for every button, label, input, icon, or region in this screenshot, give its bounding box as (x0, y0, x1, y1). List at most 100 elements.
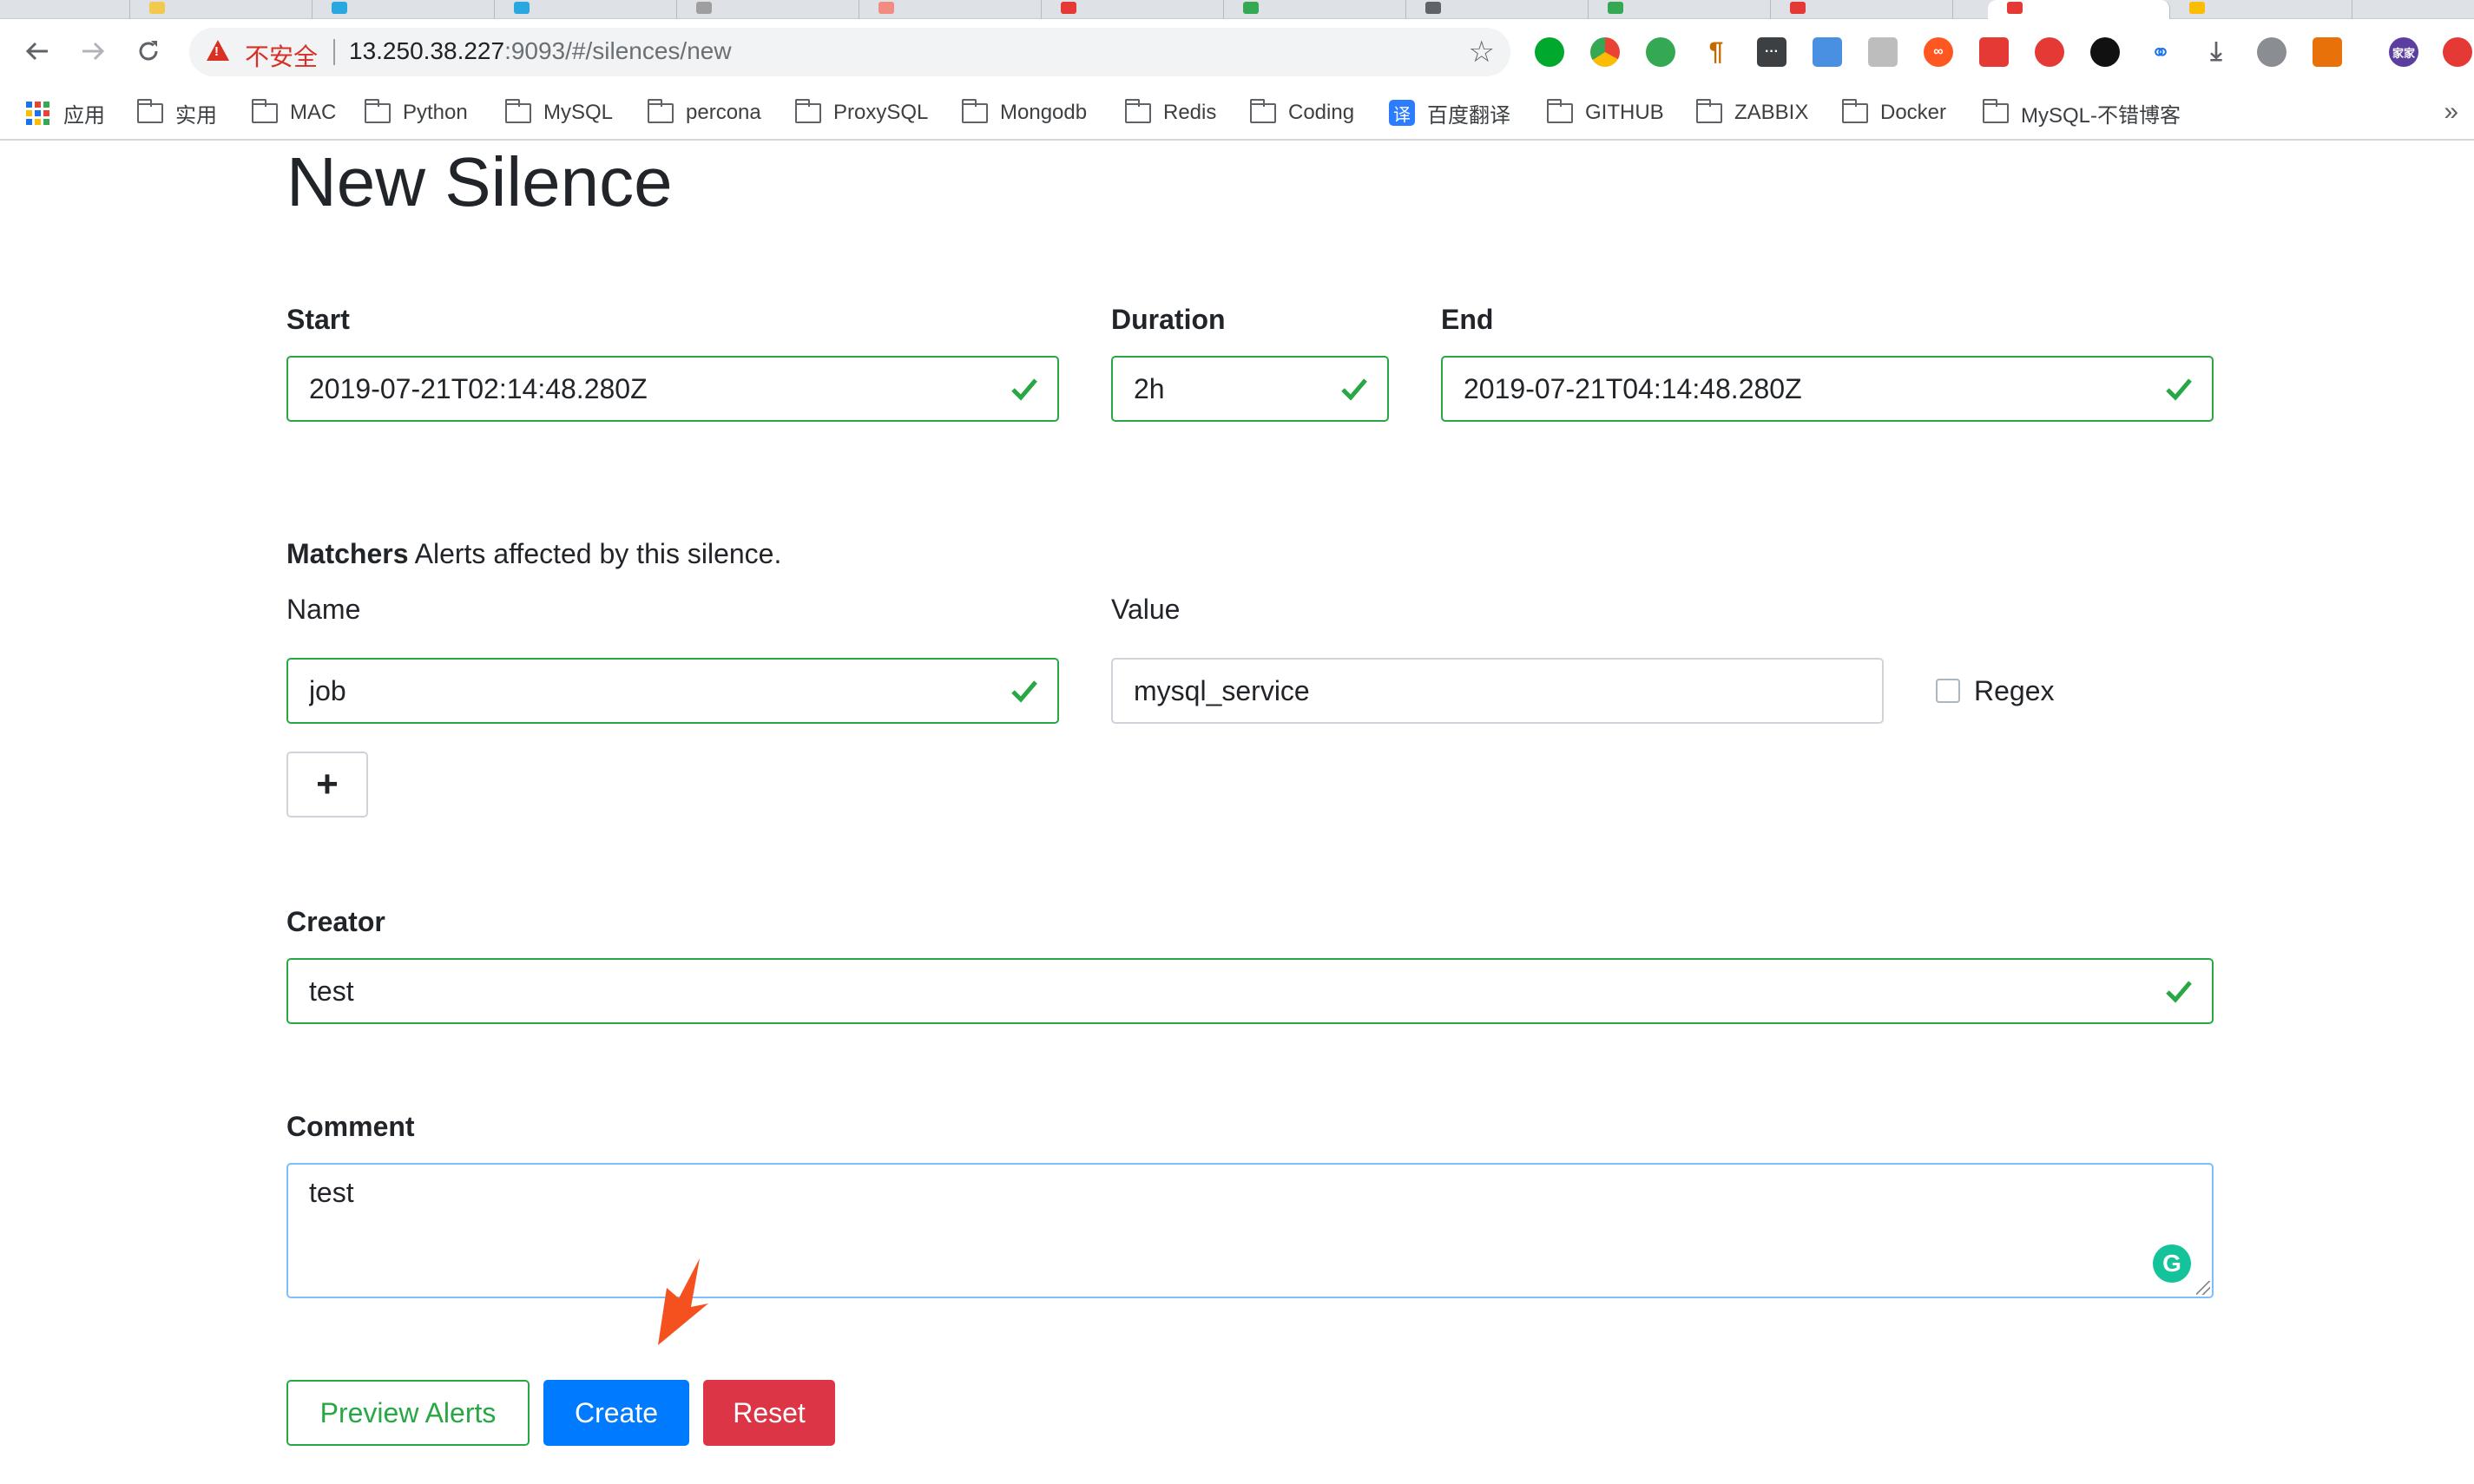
bookmark-label: MAC (290, 101, 337, 124)
browser-tab[interactable] (495, 0, 677, 19)
tab-strip (0, 0, 2474, 19)
folder-icon (1124, 98, 1151, 123)
regex-checkbox[interactable] (1936, 679, 1960, 703)
office-extension-icon[interactable] (2313, 37, 2342, 67)
browser-tab[interactable] (1406, 0, 1589, 19)
bookmark-folder[interactable]: Redis (1124, 97, 1217, 128)
bookmark-folder[interactable]: Coding (1249, 97, 1355, 128)
bookmarks-overflow-button[interactable]: » (2444, 97, 2458, 127)
browser-tab[interactable] (859, 0, 1042, 19)
folder-icon (504, 98, 531, 123)
infinity-extension-icon[interactable]: ∞ (1924, 37, 1953, 67)
matcher-name-label: Name (286, 594, 361, 625)
translate-icon: 译 (1389, 100, 1415, 126)
bookmark-folder[interactable]: ZABBIX (1695, 97, 1809, 128)
comment-textarea[interactable]: test (286, 1163, 2214, 1298)
download-icon[interactable]: ⤓ (2201, 37, 2231, 67)
profile-avatar[interactable]: 家家 (2389, 37, 2418, 67)
bookmark-folder[interactable]: percona (647, 97, 761, 128)
grammarly-icon[interactable]: G (2153, 1244, 2191, 1283)
bookmark-label: 应用 (63, 103, 105, 128)
preview-alerts-button[interactable]: Preview Alerts (286, 1380, 530, 1446)
layout-extension-icon[interactable] (1813, 37, 1842, 67)
bookmark-folder[interactable]: Python (364, 97, 468, 128)
download-manager-icon[interactable] (2257, 37, 2286, 67)
du-extension-icon[interactable] (2035, 37, 2064, 67)
browser-tab[interactable] (2170, 0, 2352, 19)
reload-icon (139, 41, 158, 61)
paragraph-icon[interactable]: ¶ (1701, 37, 1731, 67)
folder-icon (647, 98, 674, 123)
bookmark-folder[interactable]: Mongodb (961, 97, 1088, 128)
update-icon[interactable] (2443, 37, 2472, 67)
check-icon (2163, 373, 2194, 404)
bookmarks-bar: 应用 实用 MAC Python MySQL percona ProxySQL … (0, 85, 2474, 141)
bookmark-label: percona (686, 101, 761, 124)
browser-tab[interactable] (1589, 0, 1771, 19)
dots-extension-icon[interactable]: ··· (1757, 37, 1786, 67)
bookmark-folder[interactable]: MAC (251, 97, 337, 128)
bookmark-apps[interactable]: 应用 (26, 97, 105, 128)
warning-icon (207, 40, 229, 61)
page-title: New Silence (286, 143, 673, 220)
bookmark-folder[interactable]: GITHUB (1546, 97, 1664, 128)
link-extension-icon[interactable]: ⚭ (2146, 37, 2175, 67)
bookmark-label: Python (403, 101, 468, 124)
back-button[interactable] (17, 31, 57, 71)
bookmark-star-icon[interactable]: ☆ (1469, 35, 1495, 69)
bookmark-label: Redis (1163, 101, 1217, 124)
bookmark-folder[interactable]: MySQL-不错博客 (1982, 97, 2181, 128)
url-text[interactable]: 13.250.38.227:9093/#/silences/new (349, 37, 732, 65)
key-extension-icon[interactable] (2090, 37, 2120, 67)
regex-label[interactable]: Regex (1974, 675, 2055, 707)
bookmark-label: MySQL (543, 101, 614, 124)
bookmark-label: ProxySQL (833, 101, 929, 124)
bookmark-label: Mongodb (1000, 101, 1088, 124)
start-label: Start (286, 304, 350, 335)
folder-icon (794, 98, 821, 123)
browser-tab[interactable] (1771, 0, 1953, 19)
browser-tab[interactable] (677, 0, 859, 19)
red-extension-icon[interactable] (1979, 37, 2009, 67)
create-button[interactable]: Create (543, 1380, 689, 1446)
browser-toolbar: 不安全 13.250.38.227:9093/#/silences/new ☆ … (0, 19, 2474, 85)
folder-icon (1249, 98, 1276, 123)
browser-tab[interactable] (130, 0, 313, 19)
evernote-icon[interactable] (1535, 37, 1564, 67)
browser-tab[interactable] (2352, 0, 2474, 19)
bookmark-folder[interactable]: ProxySQL (794, 97, 929, 128)
matcher-value-input[interactable] (1111, 658, 1884, 724)
bookmark-folder[interactable]: MySQL (504, 97, 614, 128)
resize-handle[interactable] (2196, 1281, 2210, 1295)
browser-tab[interactable] (1224, 0, 1406, 19)
reset-button[interactable]: Reset (703, 1380, 835, 1446)
bookmark-label: Coding (1288, 101, 1355, 124)
address-bar[interactable]: 不安全 13.250.38.227:9093/#/silences/new ☆ (189, 28, 1510, 76)
security-status[interactable]: 不安全 (245, 38, 318, 73)
chrome-extension-icon[interactable] (1590, 37, 1620, 67)
reload-button[interactable] (128, 31, 168, 71)
bookmark-folder[interactable]: Docker (1841, 97, 1946, 128)
end-input[interactable] (1441, 356, 2214, 422)
matcher-name-input[interactable] (286, 658, 1059, 724)
browser-tab[interactable] (313, 0, 495, 19)
apps-icon (26, 101, 49, 125)
green-extension-icon[interactable] (1646, 37, 1675, 67)
folder-icon (1841, 98, 1868, 123)
briefcase-extension-icon[interactable] (1868, 37, 1898, 67)
add-matcher-button[interactable]: + (286, 752, 368, 818)
forward-button[interactable] (73, 31, 113, 71)
start-input[interactable] (286, 356, 1059, 422)
browser-tab-active[interactable] (1988, 0, 2170, 19)
address-separator (333, 39, 335, 65)
bookmark-translate[interactable]: 译百度翻译 (1389, 97, 1510, 128)
creator-input[interactable] (286, 958, 2214, 1024)
bookmark-label: MySQL-不错博客 (2021, 103, 2181, 128)
bookmark-folder[interactable]: 实用 (136, 97, 217, 128)
browser-tab[interactable] (0, 0, 130, 19)
bookmark-label: ZABBIX (1734, 101, 1809, 124)
browser-tab[interactable] (1042, 0, 1224, 19)
duration-label: Duration (1111, 304, 1226, 335)
matchers-description: Alerts affected by this silence. (414, 538, 782, 569)
comment-label: Comment (286, 1111, 415, 1142)
